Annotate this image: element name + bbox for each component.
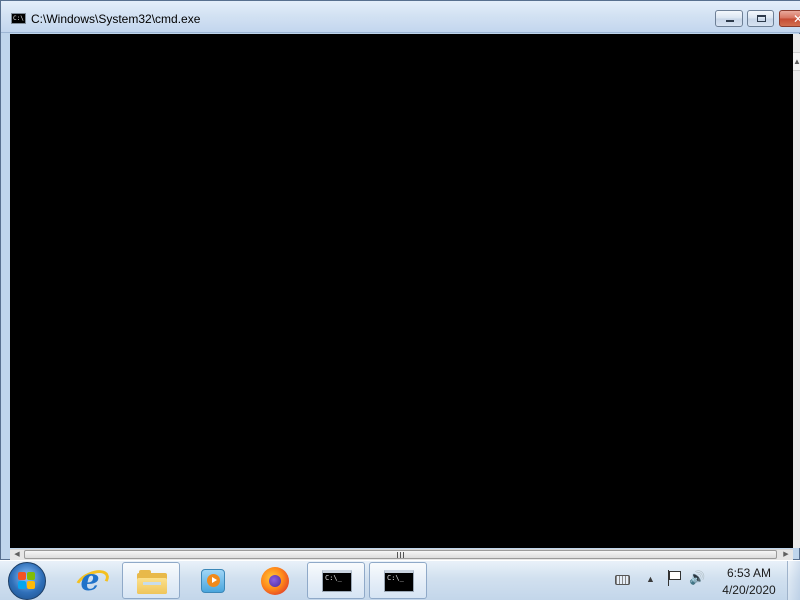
- start-button[interactable]: [8, 562, 46, 600]
- clock[interactable]: 6:53 AM 4/20/2020: [712, 565, 786, 599]
- title-bar[interactable]: C:\ C:\Windows\System32\cmd.exe ✕: [1, 1, 800, 33]
- clock-date: 4/20/2020: [722, 583, 776, 597]
- internet-explorer-icon: e: [80, 563, 100, 598]
- minimize-button[interactable]: [715, 10, 743, 27]
- action-center-flag-icon[interactable]: [667, 570, 681, 586]
- firefox-icon: [261, 567, 289, 595]
- scroll-left-button[interactable]: ◀: [10, 550, 24, 560]
- show-desktop-button[interactable]: [787, 561, 800, 600]
- maximize-button[interactable]: [747, 10, 774, 27]
- cmd-window: C:\ C:\Windows\System32\cmd.exe ✕ ▲ ◀ ▶: [0, 0, 800, 560]
- command-prompt-icon: C:\_: [384, 570, 414, 592]
- taskbar-internet-explorer[interactable]: e: [60, 562, 118, 599]
- console-output[interactable]: [10, 34, 793, 548]
- taskbar-firefox[interactable]: [246, 562, 304, 599]
- close-button[interactable]: ✕: [779, 10, 800, 27]
- minimize-icon: [726, 20, 734, 22]
- clock-time: 6:53 AM: [726, 566, 772, 580]
- media-player-icon: [201, 569, 225, 593]
- horizontal-scroll-thumb[interactable]: [24, 550, 777, 559]
- console-icon[interactable]: C:\: [11, 13, 26, 24]
- show-hidden-icons-button[interactable]: ▲: [646, 573, 655, 585]
- command-prompt-icon: C:\_: [322, 570, 352, 592]
- taskbar-media-player[interactable]: [184, 562, 242, 599]
- maximize-icon: [757, 15, 766, 22]
- scroll-right-button[interactable]: ▶: [779, 550, 793, 560]
- window-title: C:\Windows\System32\cmd.exe: [31, 12, 201, 26]
- vertical-scrollbar[interactable]: ▲: [793, 34, 800, 548]
- taskbar-command-prompt-1[interactable]: C:\_: [307, 562, 365, 599]
- taskbar: e C:\_ C:\_ ▲ 🔊 6:53 AM 4/20/2020: [0, 560, 800, 600]
- volume-icon[interactable]: 🔊: [689, 570, 705, 586]
- scroll-up-button[interactable]: ▲: [793, 52, 800, 71]
- taskbar-windows-explorer[interactable]: [122, 562, 180, 599]
- desktop: C:\ C:\Windows\System32\cmd.exe ✕ ▲ ◀ ▶ …: [0, 0, 800, 600]
- grip-icon: [397, 552, 404, 558]
- keyboard-icon[interactable]: [615, 575, 630, 585]
- taskbar-command-prompt-2[interactable]: C:\_: [369, 562, 427, 599]
- windows-explorer-icon: [137, 570, 167, 594]
- close-icon: ✕: [793, 12, 800, 26]
- horizontal-scrollbar[interactable]: ◀ ▶: [10, 549, 793, 560]
- windows-start-icon: [18, 572, 36, 590]
